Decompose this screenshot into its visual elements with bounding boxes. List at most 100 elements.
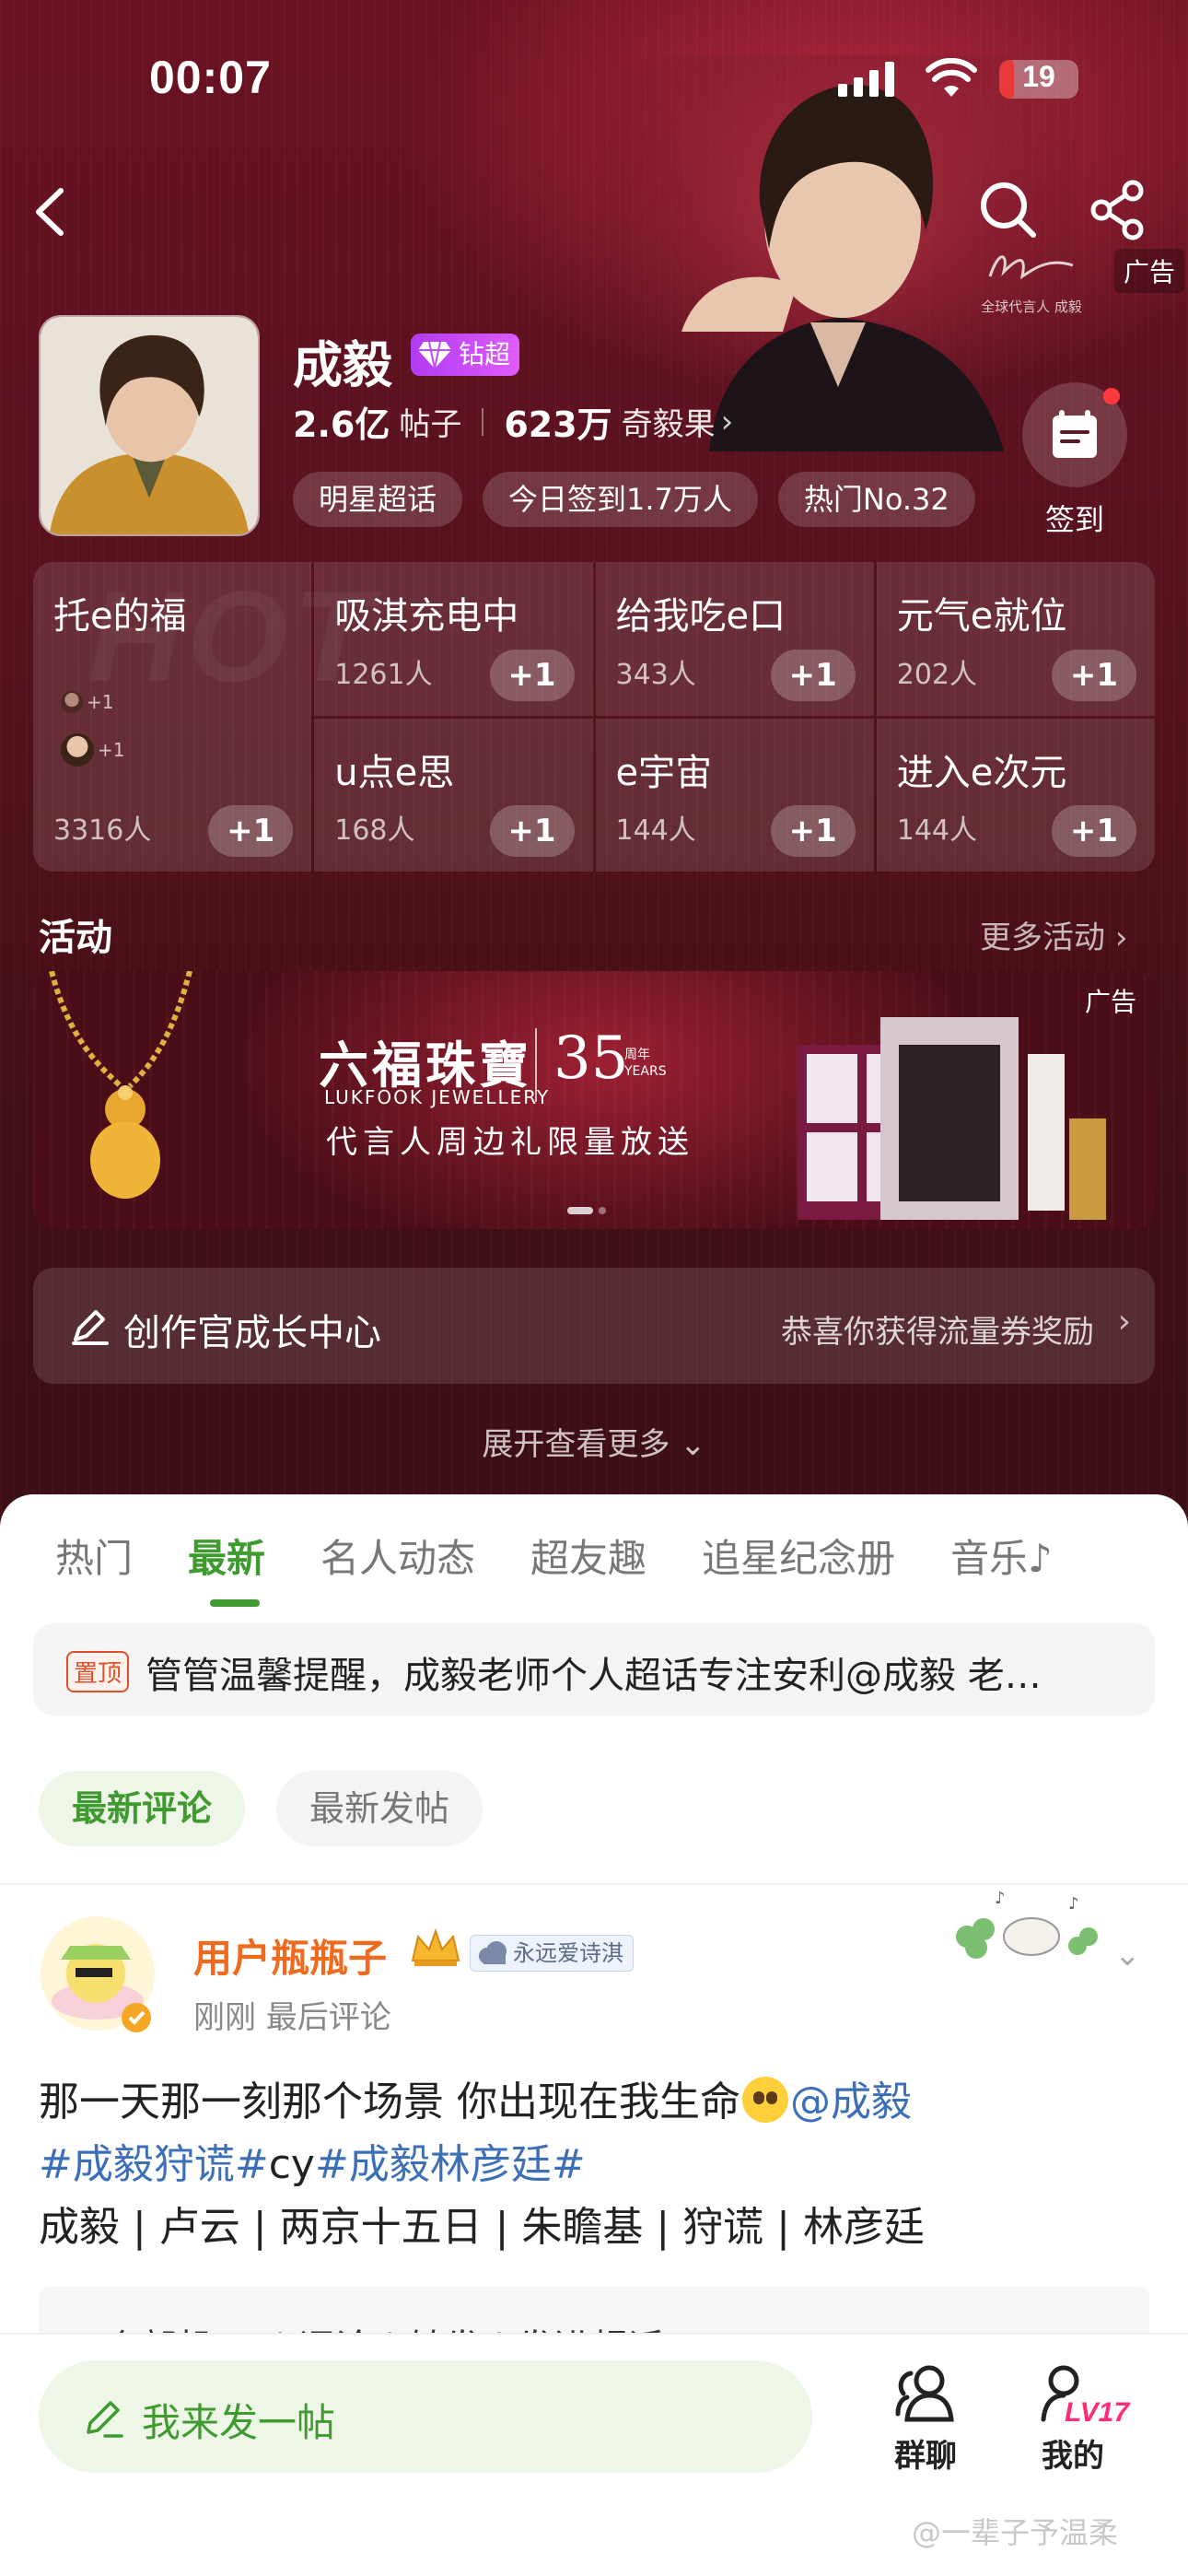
profile-label: 我的 — [1042, 2438, 1104, 2475]
topic-name: 成毅 — [293, 336, 392, 394]
post-meta: 刚刚 最后评论 — [193, 1999, 391, 2036]
cell-count: 144人 — [896, 814, 978, 847]
cell-count: 144人 — [615, 814, 696, 847]
group-chat-button[interactable]: 群聊 — [866, 2360, 985, 2476]
sort-latest-comment[interactable]: 最新评论 — [39, 1771, 246, 1846]
cell-title: 吸淇充电中 — [334, 595, 519, 638]
merch-cards-image — [798, 1017, 1106, 1220]
cloud-icon — [479, 1941, 507, 1964]
topic-avatar[interactable] — [39, 315, 260, 536]
ambassador-caption: 全球代言人 成毅 — [981, 299, 1082, 315]
cell-count: 3316人 — [53, 814, 152, 847]
activity-banner[interactable]: 六福珠寶 LUKFOOK JEWELLERY 35 周年 YEARS 代言人周边礼… — [33, 971, 1155, 1229]
grid-cell[interactable]: e宇宙 144人 +1 — [595, 718, 874, 872]
anniversary-number: 35 — [553, 1025, 629, 1093]
pinned-tag: 置顶 — [66, 1651, 130, 1692]
pencil-icon — [87, 2401, 123, 2438]
cell-count: 168人 — [334, 814, 415, 847]
grid-cell[interactable]: 元气e就位 202人 +1 — [876, 562, 1155, 716]
anniversary-sub: 周年 YEARS — [624, 1047, 667, 1080]
creator-center[interactable]: 创作官成长中心 恭喜你获得流量券奖励 › — [33, 1268, 1155, 1384]
topic-stats: 2.6亿 帖子 623万 奇毅果 › — [293, 396, 733, 447]
plus-one-button[interactable]: +1 — [489, 805, 575, 857]
search-button[interactable] — [976, 178, 1041, 242]
grid-cell[interactable]: 给我吃e口 343人 +1 — [595, 562, 874, 716]
banner-ad-label: 广告 — [1084, 987, 1136, 1017]
chevron-right-icon: › — [720, 403, 734, 440]
compose-post-button[interactable]: 我来发一帖 — [39, 2360, 812, 2473]
grid-cell[interactable]: HOT 托e的福 +1 +1 3316人 +1 — [33, 562, 372, 872]
search-icon — [981, 182, 1036, 238]
profile-button[interactable]: LV17 我的 — [1013, 2360, 1133, 2476]
back-button[interactable] — [28, 180, 74, 244]
fans-label[interactable]: 奇毅果 — [622, 399, 716, 444]
cell-title: 给我吃e口 — [615, 595, 786, 638]
diamond-badge[interactable]: 钻超 — [411, 334, 520, 376]
plus-one-button[interactable]: +1 — [489, 649, 575, 701]
chip-checkin-count[interactable]: 今日签到1.7万人 — [483, 472, 758, 527]
tab-hot[interactable]: 热门 — [0, 1528, 133, 1610]
banner-divider — [535, 1028, 537, 1102]
pinned-post[interactable]: 置顶 管管温馨提醒，成毅老师个人超话专注安利@成毅 老… — [33, 1623, 1155, 1715]
post-menu-chevron-icon[interactable]: ⌄ — [1114, 1937, 1141, 1973]
compose-label: 我来发一帖 — [142, 2400, 336, 2445]
share-button[interactable] — [1087, 178, 1151, 242]
plus-one-button[interactable]: +1 — [770, 649, 856, 701]
bottom-bar: 我来发一帖 群聊 LV17 我的 @一辈子予温柔 — [0, 2333, 1188, 2576]
expand-more-button[interactable]: 展开查看更多 ⌄ — [0, 1419, 1188, 1464]
cell-count: 1261人 — [334, 658, 433, 691]
grid-cell[interactable]: 吸淇充电中 1261人 +1 — [314, 562, 593, 716]
chevron-down-icon: ⌄ — [680, 1426, 706, 1463]
post-username[interactable]: 用户瓶瓶子 — [193, 1927, 387, 1984]
post-mention[interactable]: @成毅 — [790, 2078, 912, 2125]
plus-one-button[interactable]: +1 — [770, 805, 856, 857]
more-activities-link[interactable]: 更多活动 › — [980, 912, 1127, 957]
expand-label: 展开查看更多 — [482, 1426, 670, 1463]
tab-fan-fun[interactable]: 超友趣 — [475, 1528, 646, 1610]
posts-count: 2.6亿 — [293, 404, 390, 445]
group-chat-label: 群聊 — [894, 2438, 957, 2475]
sort-latest-post[interactable]: 最新发帖 — [276, 1771, 483, 1846]
post-avatar[interactable] — [33, 1909, 162, 2038]
chip-star-topic[interactable]: 明星超话 — [293, 472, 463, 527]
chip-hot-rank[interactable]: 热门No.32 — [777, 472, 975, 527]
svg-text:♪: ♪ — [1068, 1894, 1079, 1914]
tab-music-label: 音乐 — [950, 1536, 1029, 1581]
post-hashtag[interactable]: #成毅林彦廷# — [315, 2141, 586, 2188]
grid-cell[interactable]: 进入e次元 144人 +1 — [876, 718, 1155, 872]
battery-icon: 19 — [999, 60, 1078, 99]
grid-cell[interactable]: u点e思 168人 +1 — [314, 718, 593, 872]
post-body[interactable]: 那一天那一刻那个场景 你出现在我生命 @成毅 #成毅狩谎#cy#成毅林彦廷# 成毅… — [39, 2071, 1153, 2259]
fan-club-badge[interactable]: 永远爱诗淇 — [470, 1935, 634, 1972]
watermark-text: @一辈子予温柔 — [912, 2515, 1119, 2550]
crown-icon — [411, 1927, 460, 1966]
chevron-right-icon: › — [1114, 919, 1128, 956]
tab-memorial-album[interactable]: 追星纪念册 — [646, 1528, 895, 1610]
creator-center-title: 创作官成长中心 — [123, 1312, 381, 1354]
tab-latest[interactable]: 最新 — [133, 1528, 265, 1610]
participant-avatars: +1 +1 — [61, 691, 124, 787]
active-tab-indicator — [210, 1599, 260, 1607]
wifi-icon — [926, 58, 977, 97]
notification-dot — [1103, 388, 1120, 404]
tab-celebrity-news[interactable]: 名人动态 — [265, 1528, 475, 1610]
more-activities-label: 更多活动 — [980, 919, 1105, 956]
banner-slogan: 代言人周边礼限量放送 — [326, 1124, 694, 1161]
plus-one-button[interactable]: +1 — [1052, 649, 1136, 701]
carousel-dots — [567, 1207, 606, 1214]
checkin-button[interactable]: 签到 — [1022, 382, 1127, 539]
plus-one-button[interactable]: +1 — [1052, 805, 1136, 857]
pinned-text: 管管温馨提醒，成毅老师个人超话专注安利@成毅 老… — [146, 1655, 1042, 1697]
plus-one-button[interactable]: +1 — [208, 805, 294, 857]
level-badge: LV17 — [1065, 2397, 1130, 2428]
participant-row: +1 — [61, 733, 124, 767]
pen-icon — [72, 1310, 109, 1345]
activity-title: 活动 — [39, 917, 112, 959]
post-hashtag[interactable]: #成毅狩谎# — [39, 2141, 269, 2188]
tab-music[interactable]: 音乐♪ — [895, 1528, 1053, 1610]
feed-tabs: 热门 最新 名人动态 超友趣 追星纪念册 音乐♪ — [0, 1528, 1188, 1610]
chevron-right-icon: › — [1117, 1303, 1131, 1341]
topic-chips: 明星超话 今日签到1.7万人 热门No.32 — [293, 472, 975, 527]
avatar — [61, 691, 83, 713]
post-text: cy — [268, 2141, 315, 2188]
